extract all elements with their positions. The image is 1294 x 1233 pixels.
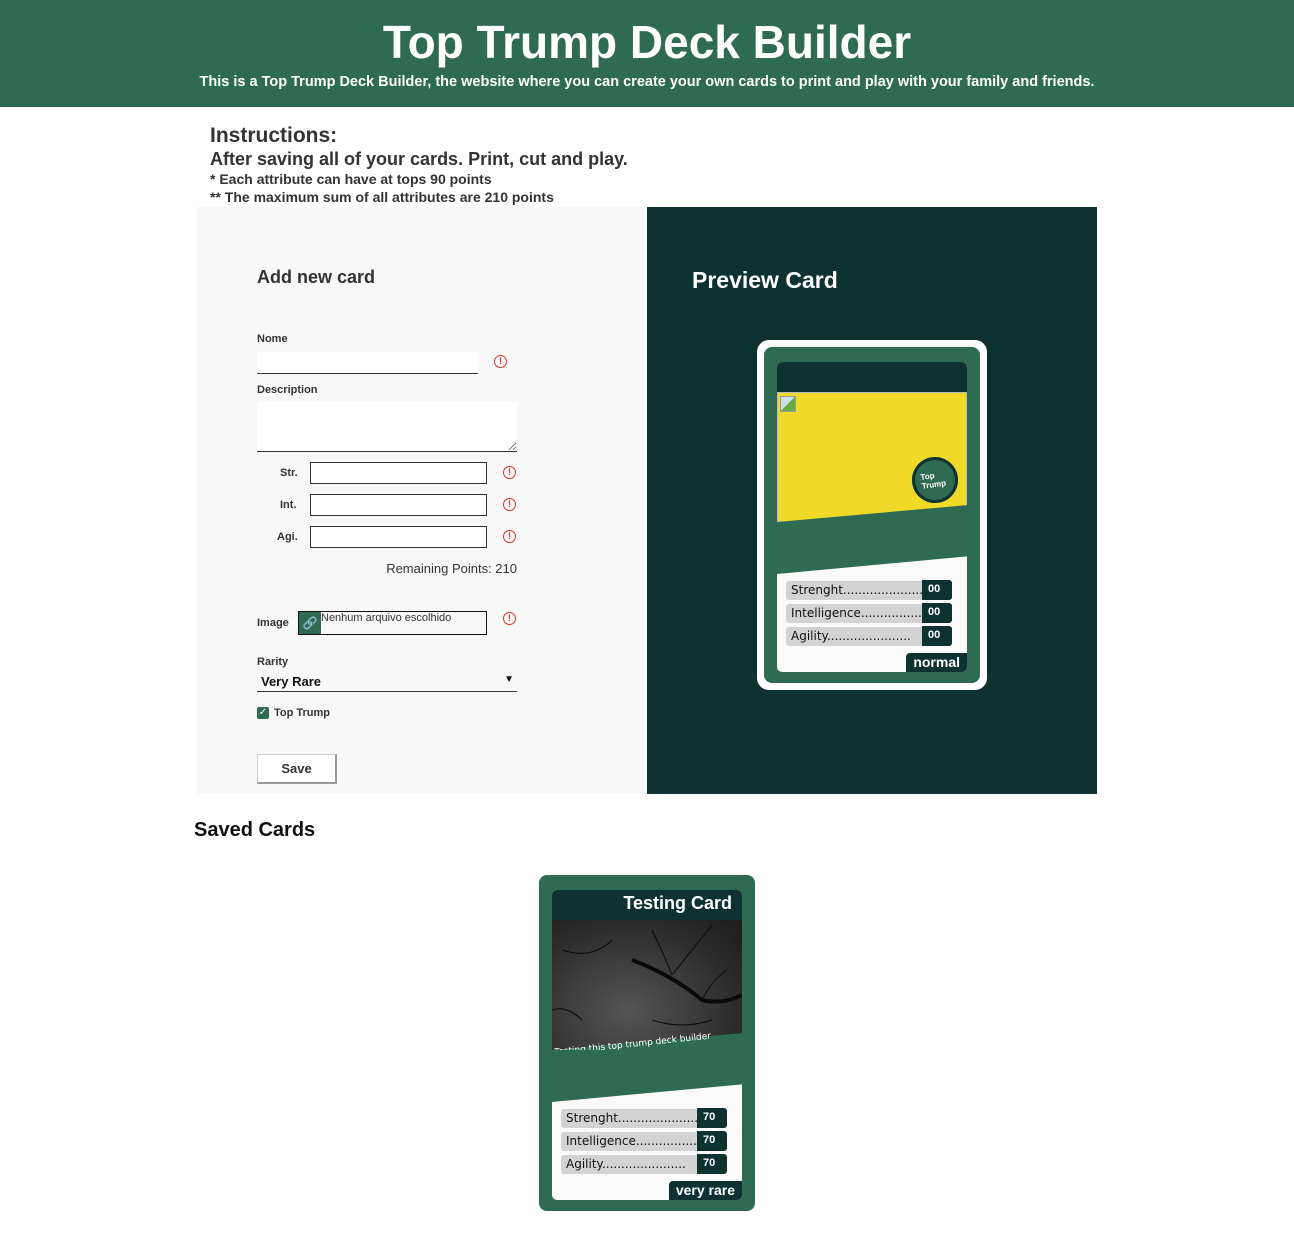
description-label: Description <box>257 384 318 396</box>
site-title: Top Trump Deck Builder <box>382 16 912 68</box>
remaining-points: Remaining Points: 210 <box>386 561 517 576</box>
preview-card: Top Trump Strenght......................… <box>757 340 987 690</box>
agi-input[interactable] <box>310 526 487 548</box>
link-icon: 🔗 <box>299 612 321 634</box>
name-input[interactable] <box>257 352 478 374</box>
stat-value: 70 <box>697 1154 727 1174</box>
card-image <box>552 920 742 1050</box>
top-trump-label: Top Trump <box>274 707 331 719</box>
str-label: Str. <box>280 467 298 479</box>
stat-label: Agility...................... <box>561 1155 701 1174</box>
chevron-down-icon: ▼ <box>504 674 514 685</box>
description-input[interactable] <box>257 402 517 452</box>
error-icon: ! <box>503 530 516 543</box>
stat-label: Intelligence...................... <box>561 1132 701 1151</box>
name-label: Nome <box>257 333 288 345</box>
saved-card[interactable]: Testing Card Testing this top trump deck… <box>539 875 755 1211</box>
stat-label: Agility...................... <box>786 627 926 646</box>
image-label: Image <box>257 617 289 629</box>
stat-label: Strenght...................... <box>561 1109 701 1128</box>
file-status: Nenhum arquivo escolhido <box>321 612 452 624</box>
stat-value: 00 <box>922 580 952 600</box>
card-title: Testing Card <box>552 890 742 920</box>
broken-image-icon <box>780 396 796 412</box>
top-trump-checkbox[interactable]: ✓ <box>257 707 269 719</box>
saved-cards-title: Saved Cards <box>194 819 316 841</box>
preview-title: Preview Card <box>692 267 838 293</box>
stat-value: 70 <box>697 1108 727 1128</box>
int-label: Int. <box>280 499 297 511</box>
instructions-note: * Each attribute can have at tops 90 poi… <box>210 171 492 187</box>
stat-value: 00 <box>922 603 952 623</box>
error-icon: ! <box>503 612 516 625</box>
stat-value: 00 <box>922 626 952 646</box>
error-icon: ! <box>503 498 516 511</box>
str-input[interactable] <box>310 462 487 484</box>
rarity-select[interactable]: Very Rare ▼ <box>257 674 517 692</box>
tree-branches-image <box>552 924 742 1026</box>
rarity-badge: normal <box>906 653 967 672</box>
rarity-badge: very rare <box>668 1181 742 1200</box>
instructions-note: ** The maximum sum of all attributes are… <box>210 189 554 205</box>
rarity-label: Rarity <box>257 656 289 668</box>
stat-label: Strenght...................... <box>786 581 926 600</box>
instructions-line: After saving all of your cards. Print, c… <box>210 149 628 169</box>
instructions-title: Instructions: <box>210 124 338 147</box>
instructions: Instructions: After saving all of your c… <box>210 123 628 206</box>
error-icon: ! <box>503 466 516 479</box>
rarity-selected: Very Rare <box>261 674 321 689</box>
site-subtitle: This is a Top Trump Deck Builder, the we… <box>199 74 1095 90</box>
int-input[interactable] <box>310 494 487 516</box>
site-header: Top Trump Deck Builder This is a Top Tru… <box>0 0 1294 107</box>
stat-label: Intelligence...................... <box>786 604 926 623</box>
stat-value: 70 <box>697 1131 727 1151</box>
form-title: Add new card <box>257 267 376 287</box>
agi-label: Agi. <box>277 531 298 543</box>
add-card-form: Add new card Nome ! Description Str. ! I… <box>197 207 647 794</box>
error-icon: ! <box>494 355 507 368</box>
card-header <box>777 362 967 392</box>
image-file-input[interactable]: 🔗 Nenhum arquivo escolhido <box>298 611 487 635</box>
save-button[interactable]: Save <box>257 754 337 784</box>
